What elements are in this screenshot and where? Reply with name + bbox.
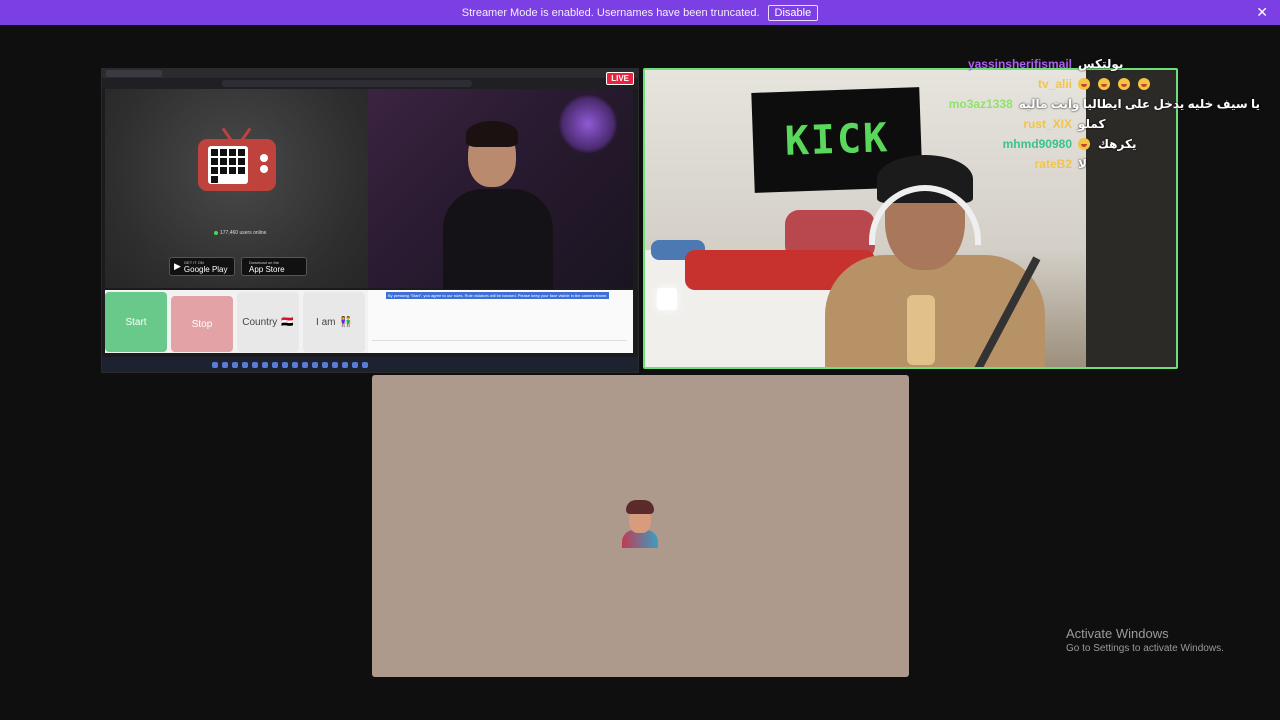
emote-icon [1078, 78, 1090, 90]
gender-button[interactable]: I am 👫 [303, 292, 365, 352]
lamp [657, 288, 677, 310]
chat-username[interactable]: rateB2 [900, 157, 1072, 171]
live-badge: LIVE [606, 72, 634, 85]
streamer-figure [428, 119, 558, 289]
microphone [907, 295, 935, 365]
chat-message: mhmd90980 يكرهك [900, 134, 1260, 154]
purple-light [558, 94, 618, 154]
country-label: Country [242, 316, 278, 328]
windows-taskbar [102, 357, 638, 372]
chat-message-text: يكرهك [1098, 137, 1137, 151]
egypt-flag-icon: 🇪🇬 [281, 316, 294, 328]
chat-username[interactable]: yassinsherifismail [900, 57, 1072, 71]
chat-message: rateB2 لا [900, 154, 1260, 174]
chat-message: rust_XIX كملو [900, 114, 1260, 134]
browser-url-bar [102, 78, 638, 89]
browser-tab [106, 70, 162, 77]
close-icon[interactable]: ✕ [1256, 4, 1268, 21]
emote-icon [1078, 138, 1090, 150]
chat-controls: Start Stop Country 🇪🇬 I am 👫 [105, 290, 368, 353]
activate-windows-watermark: Activate Windows Go to Settings to activ… [1066, 626, 1224, 654]
emote-icon [1098, 78, 1110, 90]
rules-notice: By pressing "Start", you agree to our ru… [386, 292, 610, 299]
user-avatar [622, 500, 658, 548]
google-play-icon: ▶ [174, 261, 181, 271]
emote-icon [1118, 78, 1130, 90]
self-camera-preview [368, 89, 633, 289]
guest-figure [825, 155, 1045, 367]
emote-icon [1138, 78, 1150, 90]
chat-username[interactable]: rust_XIX [900, 117, 1072, 131]
streamer-mode-banner: Streamer Mode is enabled. Usernames have… [0, 0, 1280, 25]
chat-input[interactable] [372, 340, 627, 349]
chat-message: mo3az1338 يا سيف خليه يدخل على ايطاليا وا… [900, 94, 1260, 114]
chat-username[interactable]: mo3az1338 [900, 97, 1013, 111]
stop-button[interactable]: Stop [171, 296, 233, 352]
tv-qr-icon [198, 139, 276, 191]
screen-share-tile[interactable]: LIVE 177,460 users online ▶ GET IT ON Goo… [101, 68, 639, 373]
app-store-big: App Store [249, 264, 285, 274]
online-dot-icon [214, 231, 218, 235]
google-play-button[interactable]: ▶ GET IT ON Google Play [169, 257, 235, 276]
activate-title: Activate Windows [1066, 626, 1169, 641]
text-chat-pane: By pressing "Start", you agree to our ru… [368, 290, 633, 353]
app-store-button[interactable]: Download on the App Store [241, 257, 307, 276]
google-play-big: Google Play [183, 264, 228, 274]
country-button[interactable]: Country 🇪🇬 [237, 292, 299, 352]
users-online-count: 177,460 users online [214, 230, 266, 236]
qr-code-icon [208, 146, 248, 184]
browser-tab-bar [102, 69, 638, 78]
chat-username[interactable]: tv_alii [900, 77, 1072, 91]
i-am-label: I am [316, 316, 336, 328]
stranger-video-placeholder: 177,460 users online ▶ GET IT ON Google P… [105, 89, 368, 288]
couple-icon: 👫 [339, 316, 352, 328]
chat-overlay: yassinsherifismail بولتكس tv_alii mo3az1338… [900, 54, 1260, 182]
stop-label: Stop [191, 318, 213, 330]
users-online-text: 177,460 users online [220, 230, 267, 236]
chat-message-text: لا [1078, 157, 1087, 171]
chat-message-text: كملو [1078, 117, 1106, 131]
chat-message-text: بولتكس [1078, 57, 1124, 71]
chat-message-text: يا سيف خليه يدخل على ايطاليا وانت ماليه [1018, 97, 1260, 111]
chat-username[interactable]: mhmd90980 [900, 137, 1072, 151]
banner-message: Streamer Mode is enabled. Usernames have… [461, 6, 760, 19]
chat-message: tv_alii [900, 74, 1260, 94]
activate-subtitle: Go to Settings to activate Windows. [1066, 643, 1224, 654]
chat-message: yassinsherifismail بولتكس [900, 54, 1260, 74]
start-label: Start [125, 316, 147, 328]
start-button[interactable]: Start [105, 292, 167, 352]
url-field [222, 80, 472, 87]
avatar-tile[interactable] [372, 375, 909, 677]
disable-streamer-mode-button[interactable]: Disable [767, 4, 819, 21]
